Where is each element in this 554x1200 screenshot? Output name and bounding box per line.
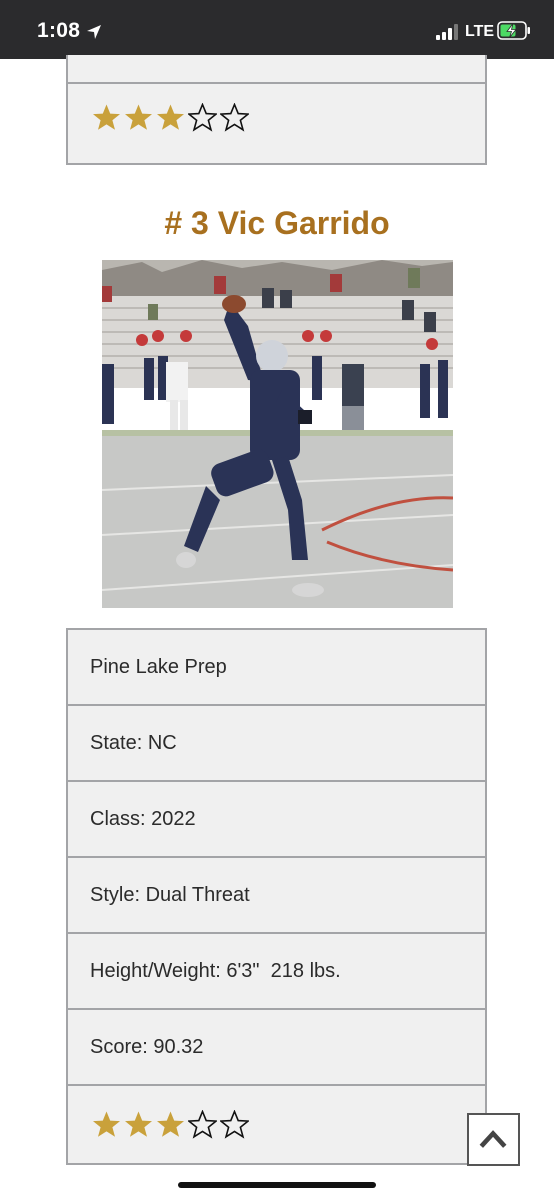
star-filled-icon (157, 1111, 184, 1137)
style-row: Style: Dual Threat (68, 858, 485, 934)
style-text: Style: Dual Threat (90, 883, 250, 906)
star-empty-icon (220, 1110, 249, 1139)
score-text: Score: 90.32 (90, 1035, 204, 1058)
scroll-to-top-button[interactable] (467, 1113, 520, 1166)
previous-player-card (66, 55, 487, 165)
star-rating (92, 103, 249, 132)
player-photo (102, 260, 453, 608)
star-filled-icon (157, 104, 184, 130)
star-filled-icon (125, 1111, 152, 1137)
star-rating (92, 1110, 249, 1139)
player-info-card: Pine Lake Prep State: NC Class: 2022 Sty… (66, 628, 487, 1165)
star-filled-icon (93, 1111, 120, 1137)
battery-charging-icon (497, 21, 530, 40)
star-empty-icon (188, 1110, 217, 1139)
cellular-signal-icon (436, 24, 458, 40)
network-type: LTE (465, 23, 495, 40)
class-text: Class: 2022 (90, 807, 196, 830)
height-weight-text: Height/Weight: 6'3" 218 lbs. (90, 959, 341, 982)
star-filled-icon (93, 104, 120, 130)
state-text: State: NC (90, 731, 177, 754)
star-empty-icon (188, 103, 217, 132)
chevron-up-icon (479, 1130, 507, 1148)
star-filled-icon (125, 104, 152, 130)
score-row: Score: 90.32 (68, 1010, 485, 1086)
star-empty-icon (220, 103, 249, 132)
status-time: 1:08 (37, 19, 81, 42)
home-indicator (178, 1182, 376, 1188)
player-title: # 3 Vic Garrido (164, 205, 390, 241)
location-arrow-icon (87, 25, 101, 39)
school-row: Pine Lake Prep (68, 630, 485, 706)
status-bar: 1:08 LTE (0, 0, 554, 59)
class-row: Class: 2022 (68, 782, 485, 858)
height-weight-row: Height/Weight: 6'3" 218 lbs. (68, 934, 485, 1010)
row-divider (68, 82, 485, 84)
school-text: Pine Lake Prep (90, 655, 227, 678)
state-row: State: NC (68, 706, 485, 782)
rating-row (68, 1086, 485, 1162)
